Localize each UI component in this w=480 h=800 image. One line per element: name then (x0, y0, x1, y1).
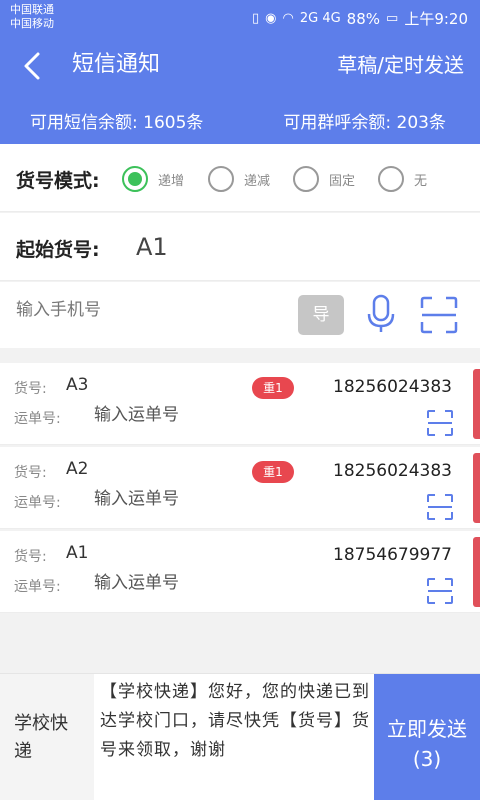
delete-handle[interactable] (473, 453, 480, 523)
radio-fixed[interactable]: 固定 (293, 166, 355, 192)
delete-handle[interactable] (473, 369, 480, 439)
code-label: 货号: (14, 381, 47, 397)
microphone-icon[interactable] (366, 294, 396, 334)
battery-percent: 88% (346, 9, 381, 28)
radio-unchecked-icon (208, 166, 234, 192)
code-mode-label: 货号模式: (16, 170, 100, 192)
code-label: 货号: (14, 549, 47, 565)
code-value: A2 (66, 459, 89, 479)
radio-increment[interactable]: 递增 (122, 166, 184, 192)
radio-label: 固定 (329, 173, 356, 189)
scan-icon[interactable] (426, 493, 454, 521)
quota-bar: 可用短信余额: 1605条 可用群呼余额: 203条 (0, 96, 480, 144)
waybill-input[interactable] (94, 405, 294, 425)
wifi-icon: ◠ (282, 11, 294, 26)
radio-label: 递减 (244, 173, 271, 189)
weight-badge: 重1 (252, 461, 294, 483)
code-mode-row: 货号模式: 递增 递减 固定 无 (0, 144, 480, 212)
scan-icon[interactable] (426, 577, 454, 605)
status-indicators: ▯ ◉ ◠ 2G 4G 88% ▭ 上午9:20 (252, 8, 468, 29)
radio-decrement[interactable]: 递减 (208, 166, 270, 192)
radio-none[interactable]: 无 (378, 166, 427, 192)
page-title: 短信通知 (72, 52, 161, 77)
template-name[interactable]: 学校快递 (0, 674, 94, 800)
phone-number: 18256024383 (333, 461, 452, 481)
send-bar: 学校快递 【学校快递】您好，您的快递已到达学校门口，请尽快凭【货号】货号来领取，… (0, 673, 480, 800)
eye-icon: ◉ (265, 11, 277, 26)
sms-quota: 可用短信余额: 1605条 (30, 113, 204, 133)
radio-label: 递增 (158, 173, 185, 189)
signal-icon: 2G 4G (299, 11, 341, 26)
phone-number: 18256024383 (333, 377, 452, 397)
vibrate-icon: ▯ (252, 11, 260, 26)
back-arrow-icon[interactable] (18, 50, 50, 82)
battery-icon: ▭ (386, 11, 399, 26)
radio-unchecked-icon (293, 166, 319, 192)
start-code-row[interactable]: 起始货号: A1 (0, 213, 480, 281)
start-code-label: 起始货号: (16, 239, 100, 261)
radio-label: 无 (414, 173, 428, 189)
phone-entry-row: 导 (0, 282, 480, 348)
import-button[interactable]: 导 (298, 295, 344, 335)
clock: 上午9:20 (404, 10, 468, 28)
list-item[interactable]: 货号: A1 18754679977 运单号: (0, 531, 480, 613)
status-bar: 中国联通 中国移动 ▯ ◉ ◠ 2G 4G 88% ▭ 上午9:20 (0, 0, 480, 36)
drafts-scheduled-button[interactable]: 草稿/定时发送 (337, 50, 464, 80)
send-label: 立即发送 (387, 717, 467, 741)
waybill-input[interactable] (94, 573, 294, 593)
app-header: 短信通知 草稿/定时发送 (0, 36, 480, 96)
list-item[interactable]: 货号: A2 重1 18256024383 运单号: (0, 447, 480, 529)
weight-badge: 重1 (252, 377, 294, 399)
phone-number: 18754679977 (333, 545, 452, 565)
waybill-label: 运单号: (14, 495, 61, 511)
waybill-input[interactable] (94, 489, 294, 509)
scan-icon[interactable] (420, 296, 458, 334)
start-code-value[interactable]: A1 (136, 233, 168, 261)
radio-checked-icon (122, 166, 148, 192)
radio-unchecked-icon (378, 166, 404, 192)
send-now-button[interactable]: 立即发送 (3) (374, 674, 480, 800)
code-value: A1 (66, 543, 89, 563)
message-preview[interactable]: 【学校快递】您好，您的快递已到达学校门口，请尽快凭【货号】货号来领取，谢谢 (100, 678, 370, 765)
waybill-label: 运单号: (14, 411, 61, 427)
code-value: A3 (66, 375, 89, 395)
send-count: (3) (412, 747, 442, 771)
list-item[interactable]: 货号: A3 重1 18256024383 运单号: (0, 363, 480, 445)
code-label: 货号: (14, 465, 47, 481)
delete-handle[interactable] (473, 537, 480, 607)
call-quota: 可用群呼余额: 203条 (283, 113, 446, 133)
waybill-label: 运单号: (14, 579, 61, 595)
scan-icon[interactable] (426, 409, 454, 437)
carrier-1: 中国联通 (10, 3, 54, 16)
carrier-2: 中国移动 (10, 17, 54, 30)
phone-input[interactable] (16, 300, 286, 320)
carrier-info: 中国联通 中国移动 (10, 3, 54, 31)
